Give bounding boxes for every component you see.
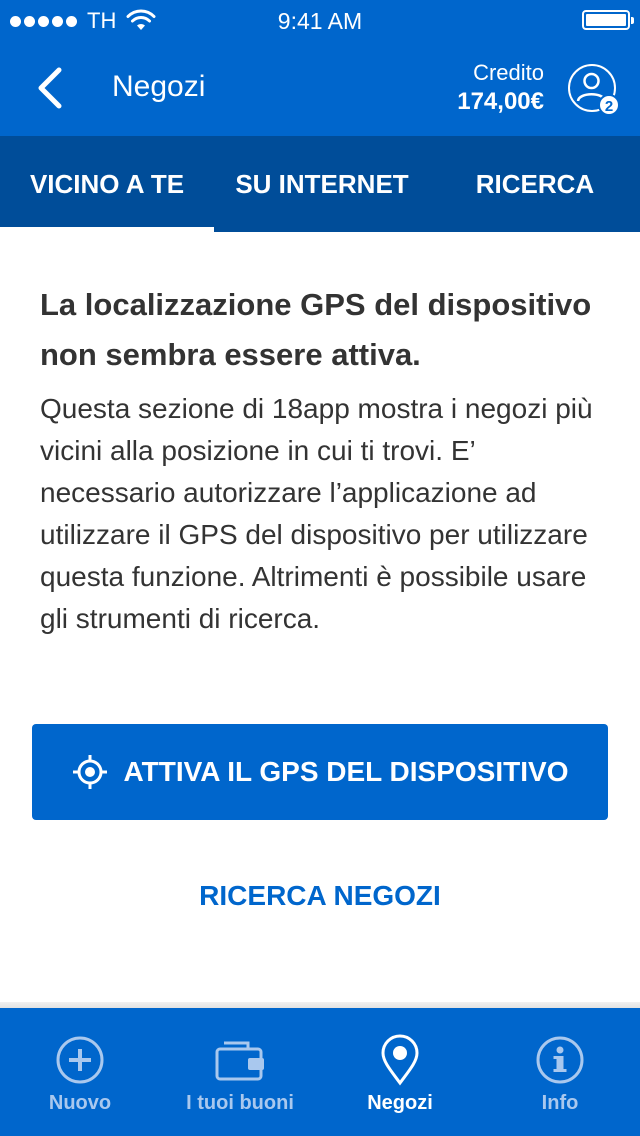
nav-item-nuovo[interactable]: Nuovo	[0, 1008, 160, 1136]
nav-item-negozi[interactable]: Negozi	[320, 1008, 480, 1136]
credit-display: Credito 174,00€	[457, 60, 544, 116]
nav-label-negozi: Negozi	[367, 1092, 433, 1114]
bottom-nav: Nuovo I tuoi buoni Negozi Info	[0, 1008, 640, 1136]
credit-value: 174,00€	[457, 88, 544, 115]
tab-vicino-a-te[interactable]: VICINO A TE	[0, 136, 214, 232]
profile-button[interactable]: 2	[568, 64, 620, 116]
search-shops-link[interactable]: RICERCA NEGOZI	[0, 880, 640, 912]
battery-icon	[582, 10, 634, 30]
app-header: Negozi Credito 174,00€ 2	[0, 40, 640, 136]
back-button[interactable]	[28, 62, 72, 114]
nav-item-info[interactable]: Info	[480, 1008, 640, 1136]
nav-label-i-tuoi-buoni: I tuoi buoni	[186, 1092, 294, 1114]
activate-gps-label: ATTIVA IL GPS DEL DISPOSITIVO	[123, 756, 569, 787]
nav-label-info: Info	[541, 1092, 579, 1114]
user-icon: 2	[568, 64, 620, 116]
nav-item-i-tuoi-buoni[interactable]: I tuoi buoni	[160, 1008, 320, 1136]
map-pin-icon	[374, 1034, 426, 1086]
activate-gps-button[interactable]: ATTIVA IL GPS DEL DISPOSITIVO	[32, 724, 608, 820]
plus-circle-icon	[54, 1034, 106, 1086]
status-bar: TH 9:41 AM	[0, 0, 640, 40]
info-circle-icon	[534, 1034, 586, 1086]
page-title: Negozi	[112, 70, 206, 103]
tab-su-internet[interactable]: SU INTERNET	[214, 136, 430, 232]
nav-label-nuovo: Nuovo	[48, 1092, 112, 1114]
chevron-left-icon	[38, 67, 62, 109]
crosshair-icon	[72, 755, 107, 789]
main-content: La localizzazione GPS del dispositivo no…	[40, 280, 606, 640]
gps-warning-headline: La localizzazione GPS del dispositivo no…	[40, 287, 592, 372]
gps-warning-body: Questa sezione di 18app mostra i negozi …	[40, 393, 593, 634]
notification-badge: 2	[598, 94, 620, 116]
status-time: 9:41 AM	[277, 8, 363, 34]
wallet-icon	[214, 1034, 266, 1086]
tab-ricerca[interactable]: RICERCA	[430, 136, 640, 232]
tab-bar: VICINO A TE SU INTERNET RICERCA	[0, 136, 640, 232]
credit-label: Credito	[473, 60, 544, 85]
